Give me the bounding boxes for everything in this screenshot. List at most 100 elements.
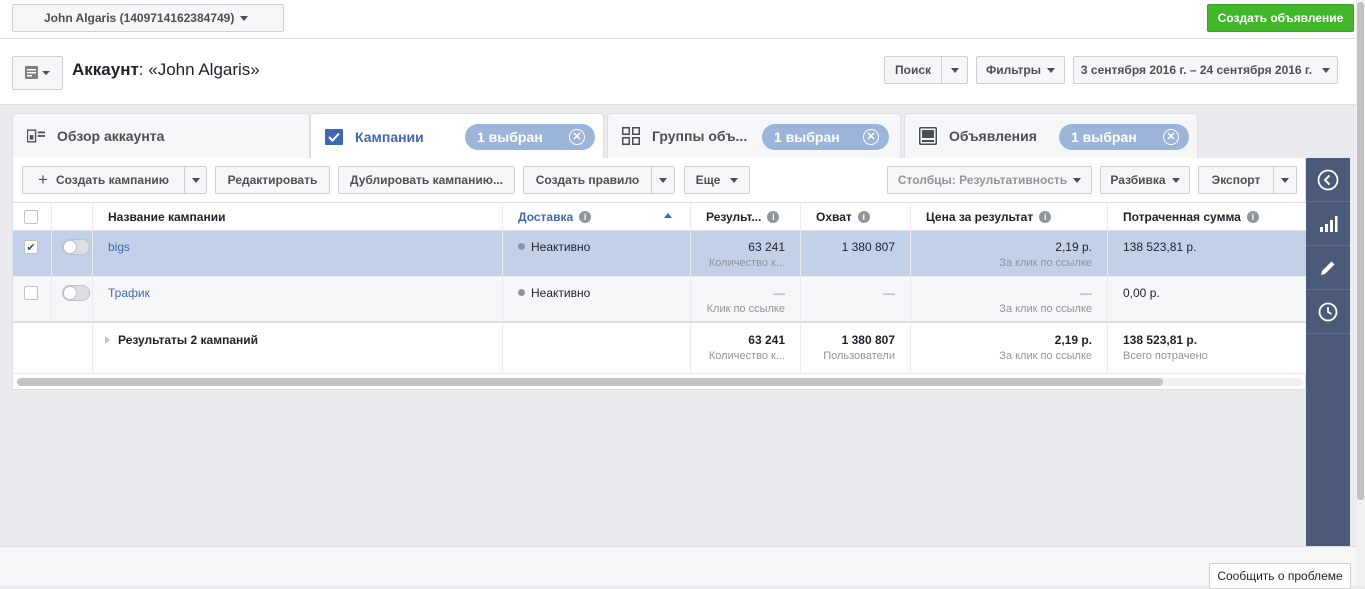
- campaigns-panel: + Создать кампанию Редактировать Дублиро…: [12, 158, 1307, 390]
- delivery-cell: Неактивно: [503, 277, 691, 321]
- footer: Сообщить о проблеме: [0, 546, 1356, 589]
- results-value: —: [773, 286, 785, 300]
- insights-button[interactable]: [1306, 202, 1350, 246]
- totals-spent-value: 138 523,81 р.: [1123, 333, 1198, 347]
- row-select-cell: ✔: [13, 231, 52, 276]
- collapse-panel-button[interactable]: [1306, 158, 1350, 202]
- history-button[interactable]: [1306, 290, 1350, 334]
- page-header: Аккаунт: «John Algaris» Поиск Фильтры 3 …: [0, 39, 1356, 105]
- close-icon[interactable]: ✕: [1163, 129, 1179, 145]
- horizontal-scrollbar[interactable]: [17, 378, 1303, 386]
- info-icon[interactable]: i: [767, 210, 780, 223]
- column-header-label: Доставка: [518, 209, 574, 224]
- info-icon[interactable]: i: [1039, 210, 1052, 223]
- totals-cost-value: 2,19 р.: [1054, 333, 1092, 347]
- edit-button[interactable]: Редактировать: [215, 166, 330, 194]
- campaign-name-link[interactable]: bigs: [108, 240, 487, 254]
- totals-results-type: Количество к...: [708, 350, 785, 362]
- create-rule-button[interactable]: Создать правило: [523, 166, 652, 194]
- ad-icon: [919, 127, 937, 145]
- create-campaign-label: Создать кампанию: [55, 173, 169, 187]
- totals-cost-cell: 2,19 р. За клик по ссылке: [911, 324, 1108, 373]
- date-range-picker[interactable]: 3 сентября 2016 г. – 24 сентября 2016 г.: [1073, 56, 1338, 84]
- row-toggle-cell: [52, 277, 93, 321]
- account-selector-label: John Algaris (1409714162384749): [44, 11, 235, 25]
- search-button[interactable]: Поиск: [884, 56, 942, 84]
- edit-panel-button[interactable]: [1306, 246, 1350, 290]
- select-all-checkbox[interactable]: [24, 210, 38, 224]
- breakdown-label: Разбивка: [1110, 173, 1166, 187]
- campaign-on-off-toggle[interactable]: [62, 285, 90, 301]
- row-checkbox[interactable]: ✔: [24, 240, 38, 254]
- delivery-status: Неактивно: [518, 240, 675, 254]
- select-all-cell: [13, 203, 52, 230]
- create-ad-button[interactable]: Создать объявление: [1207, 4, 1354, 32]
- delivery-cell: Неактивно: [503, 231, 691, 276]
- selection-pill-label: 1 выбран: [774, 129, 840, 145]
- more-label: Еще: [695, 173, 721, 187]
- row-checkbox[interactable]: [24, 286, 38, 300]
- tab-label: Объявления: [949, 128, 1037, 144]
- table-row[interactable]: Трафик Неактивно — Клик по ссылке — — За…: [13, 277, 1307, 323]
- info-icon[interactable]: i: [857, 210, 870, 223]
- tab-account-overview[interactable]: Обзор аккаунта: [12, 113, 310, 158]
- search-dropdown-button[interactable]: [941, 56, 968, 84]
- tab-campaigns[interactable]: Кампании 1 выбран ✕: [310, 113, 604, 159]
- breakdown-button[interactable]: Разбивка: [1100, 166, 1190, 194]
- tab-ad-sets[interactable]: Группы объ... 1 выбран ✕: [607, 113, 901, 158]
- totals-reach-cell: 1 380 807 Пользователи: [801, 324, 911, 373]
- table-toolbar: + Создать кампанию Редактировать Дублиро…: [13, 158, 1307, 202]
- menu-button[interactable]: [12, 56, 63, 90]
- column-header-name[interactable]: Название кампании: [93, 203, 503, 230]
- amount-spent-value: 138 523,81 р.: [1123, 240, 1197, 254]
- selection-pill[interactable]: 1 выбран ✕: [465, 124, 595, 150]
- table-header-row: Название кампании Доставка i Результ... …: [13, 202, 1307, 231]
- overview-icon: [27, 127, 45, 145]
- menu-icon: [24, 66, 50, 79]
- export-button[interactable]: Экспорт: [1198, 166, 1274, 194]
- filters-button[interactable]: Фильтры: [976, 56, 1065, 84]
- page-vertical-scrollbar[interactable]: [1356, 0, 1365, 586]
- create-campaign-dropdown[interactable]: [184, 166, 207, 194]
- totals-label[interactable]: Результаты 2 кампаний: [105, 333, 487, 347]
- totals-spent-cell: 138 523,81 р. Всего потрачено: [1108, 324, 1307, 373]
- column-header-cost-per-result[interactable]: Цена за результат i: [911, 203, 1108, 230]
- plus-icon: +: [38, 170, 48, 189]
- close-icon[interactable]: ✕: [863, 129, 879, 145]
- campaign-name-link[interactable]: Трафик: [108, 286, 487, 300]
- table-row[interactable]: ✔ bigs Неактивно 63 241 Количество к... …: [13, 231, 1307, 277]
- info-icon[interactable]: i: [1246, 210, 1259, 223]
- close-icon[interactable]: ✕: [569, 129, 585, 145]
- account-selector[interactable]: John Algaris (1409714162384749): [12, 4, 284, 32]
- selection-pill-label: 1 выбран: [1071, 129, 1137, 145]
- export-dropdown[interactable]: [1273, 166, 1297, 194]
- chevron-down-icon: [1322, 67, 1331, 73]
- chevron-right-icon: [105, 336, 110, 344]
- totals-cost-type: За клик по ссылке: [999, 350, 1092, 362]
- tab-ads[interactable]: Объявления 1 выбран ✕: [904, 113, 1198, 158]
- page-scrollbar-thumb[interactable]: [1357, 2, 1364, 500]
- column-header-amount-spent[interactable]: Потраченная сумма i: [1108, 203, 1307, 230]
- duplicate-campaign-button[interactable]: Дублировать кампанию...: [338, 166, 515, 194]
- pencil-icon: [1321, 261, 1335, 275]
- cost-per-result-cell: — За клик по ссылке: [911, 277, 1108, 321]
- selection-pill[interactable]: 1 выбран ✕: [1059, 124, 1189, 150]
- horizontal-scrollbar-thumb[interactable]: [17, 378, 1163, 386]
- column-header-results[interactable]: Результ... i: [691, 203, 801, 230]
- cost-per-result-cell: 2,19 р. За клик по ссылке: [911, 231, 1108, 276]
- column-header-reach[interactable]: Охват i: [801, 203, 911, 230]
- columns-button[interactable]: Столбцы: Результативность: [887, 166, 1092, 194]
- reach-cell: 1 380 807: [801, 231, 911, 276]
- totals-results-cell: 63 241 Количество к...: [691, 324, 801, 373]
- info-icon[interactable]: i: [579, 210, 592, 223]
- column-header-delivery[interactable]: Доставка i: [503, 203, 691, 230]
- create-campaign-button[interactable]: + Создать кампанию: [22, 166, 185, 194]
- delivery-status: Неактивно: [518, 286, 675, 300]
- campaign-on-off-toggle[interactable]: [62, 239, 90, 255]
- selection-pill[interactable]: 1 выбран ✕: [762, 124, 889, 150]
- report-problem-button[interactable]: Сообщить о проблеме: [1209, 563, 1351, 589]
- chevron-down-icon: [730, 177, 739, 183]
- create-rule-dropdown[interactable]: [651, 166, 675, 194]
- page-title-prefix: Аккаунт: [72, 60, 139, 79]
- more-button[interactable]: Еще: [684, 166, 750, 194]
